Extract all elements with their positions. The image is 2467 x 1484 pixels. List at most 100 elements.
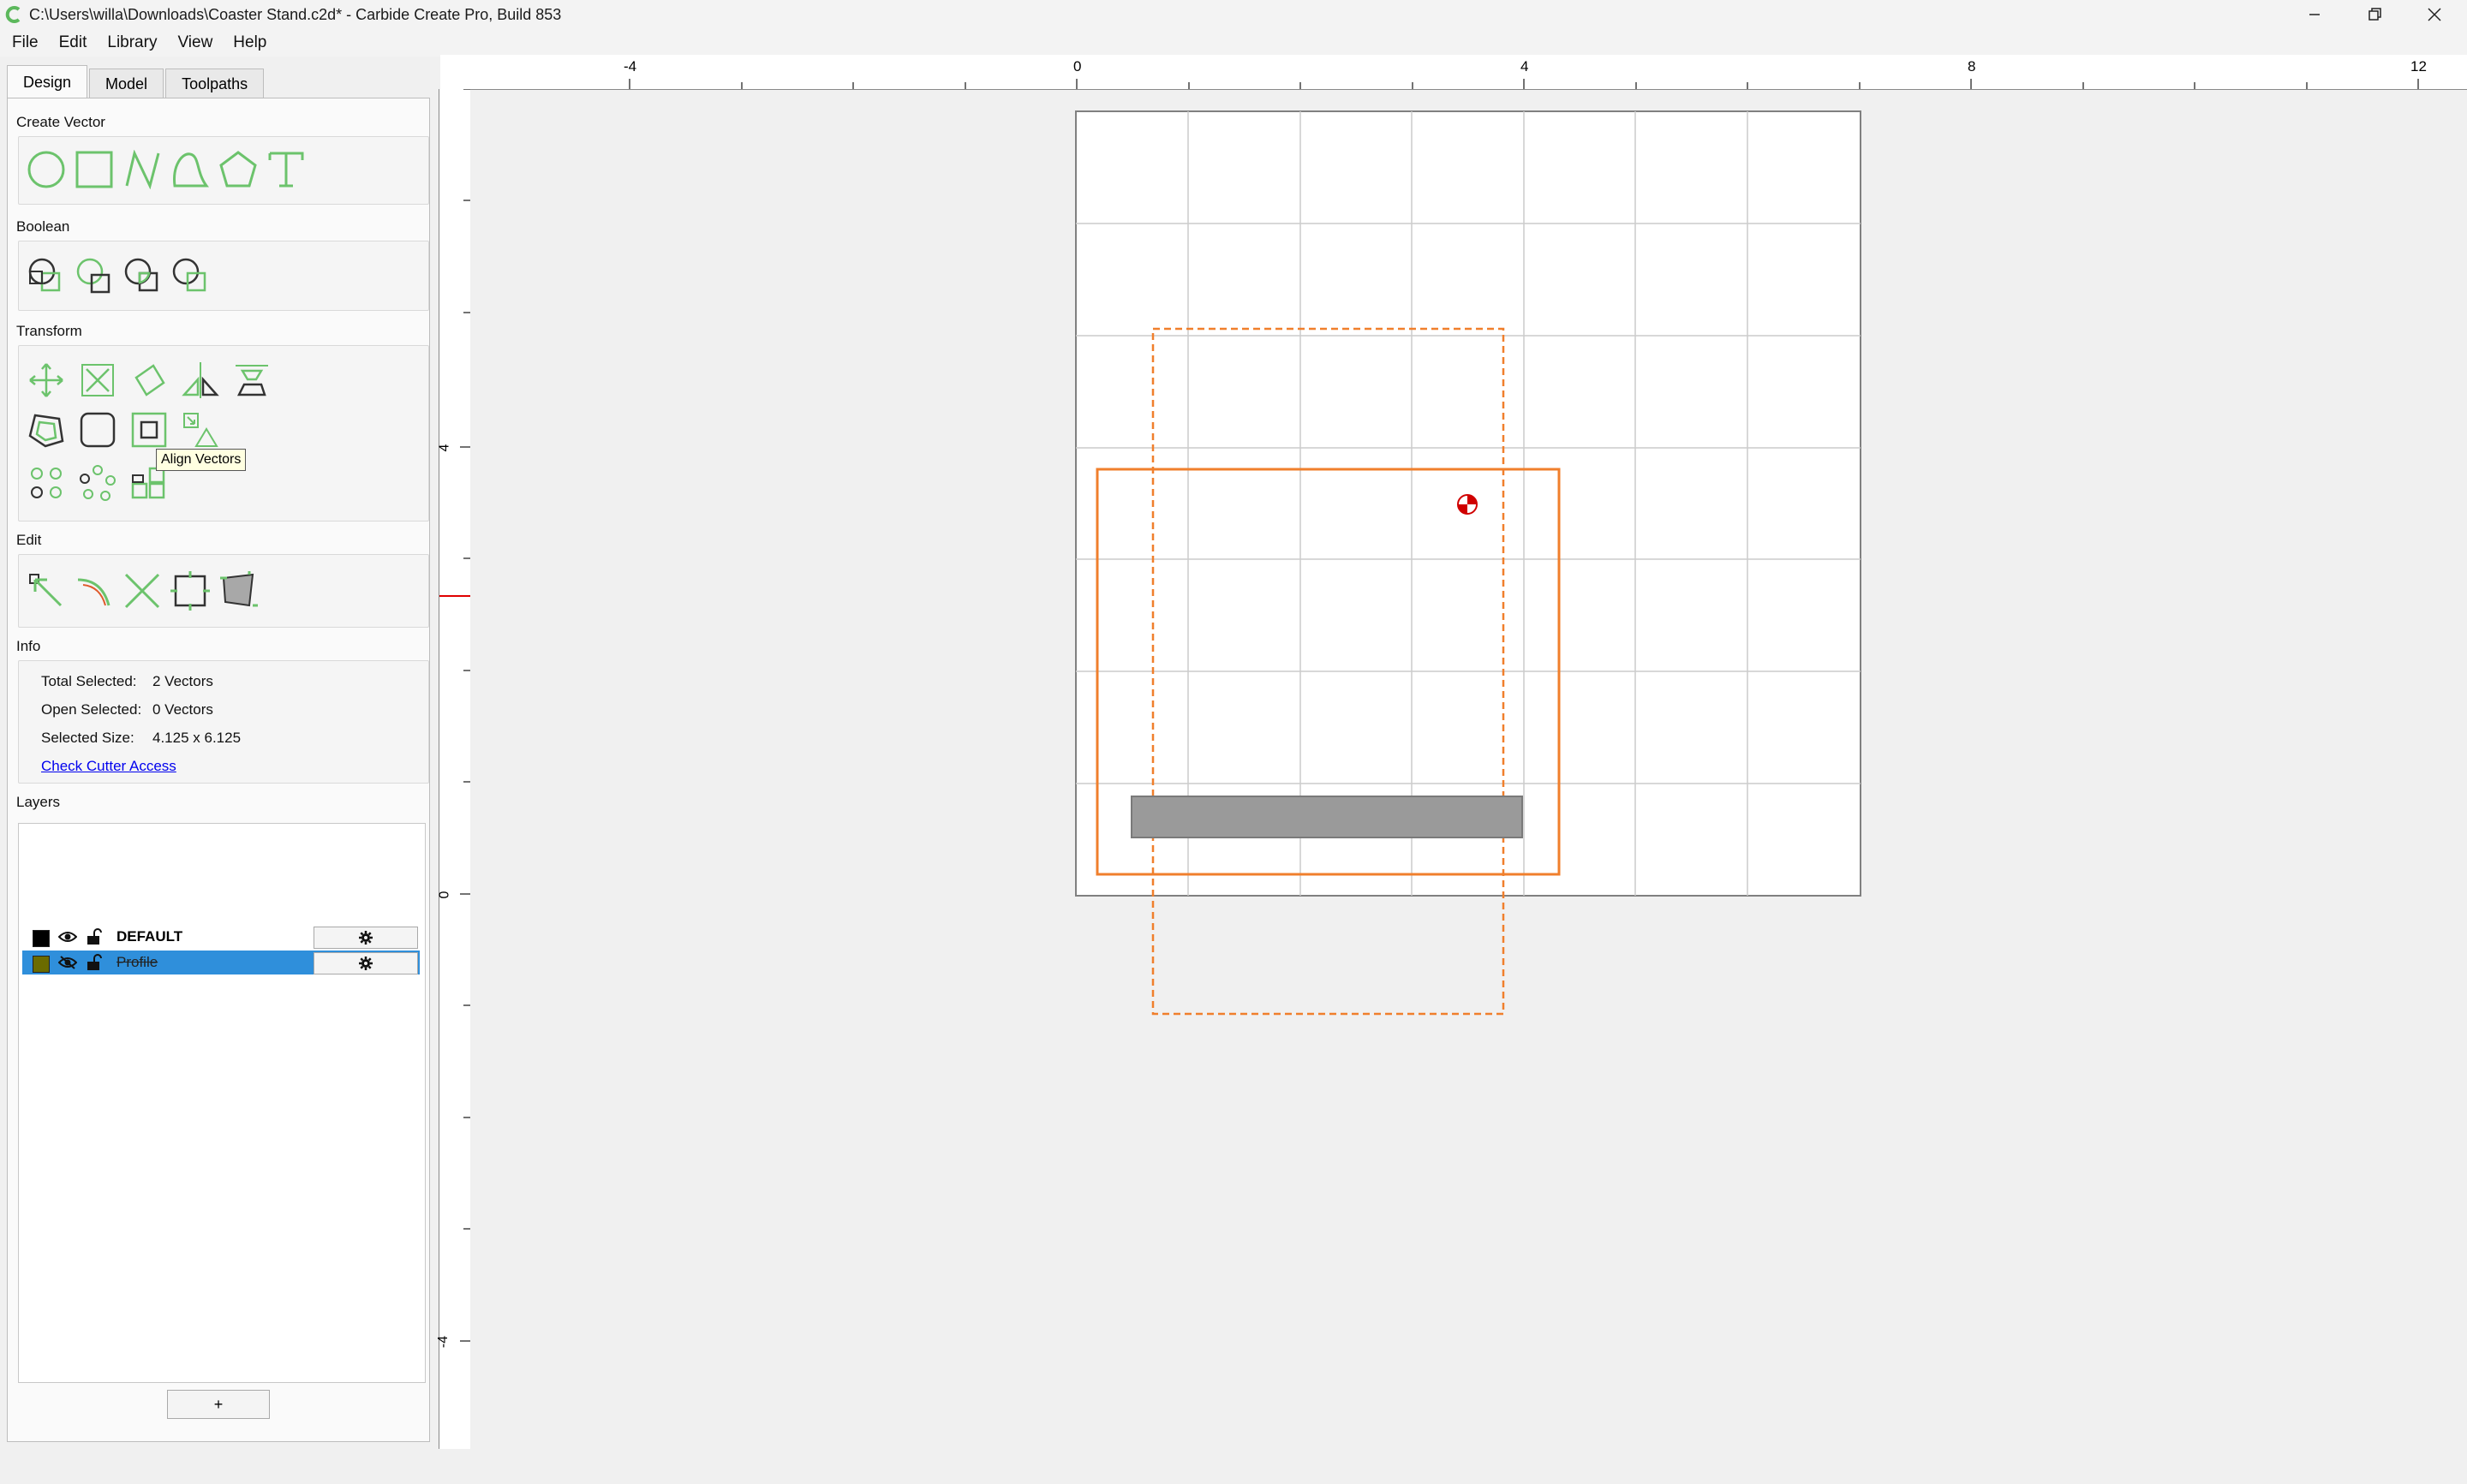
open-selected-row: Open Selected: 0 Vectors [41, 701, 213, 718]
join-icon [170, 571, 210, 611]
info-label: Info [16, 638, 41, 654]
close-button[interactable] [2405, 0, 2464, 29]
panel-tabs: Design Model Toolpaths [7, 65, 266, 98]
menu-view[interactable]: View [165, 33, 221, 52]
selected-size-value: 4.125 x 6.125 [152, 730, 242, 746]
distort-icon [236, 365, 268, 396]
split-button[interactable] [170, 255, 211, 296]
circle-icon [27, 151, 65, 188]
total-selected-row: Total Selected: 2 Vectors [41, 673, 213, 690]
distort-button[interactable] [231, 360, 272, 401]
join-button[interactable] [170, 570, 211, 611]
close-vector-button[interactable] [218, 570, 259, 611]
design-panel: Create Vector Boolean Transform Edit Inf… [7, 98, 430, 1442]
design-canvas[interactable] [470, 90, 2467, 1480]
layers-label: Layers [16, 794, 61, 810]
restore-button[interactable] [2345, 0, 2404, 29]
smooth-icon [77, 578, 111, 606]
subtract-button[interactable] [74, 255, 115, 296]
info-group: Total Selected: 2 Vectors Open Selected:… [18, 660, 429, 784]
fillet-icon [80, 412, 116, 448]
menu-library[interactable]: Library [95, 33, 165, 52]
layers-list: DEFAULT Profile [18, 823, 426, 1383]
unlock-icon[interactable] [86, 928, 103, 945]
layer-row-profile[interactable]: Profile [22, 951, 420, 974]
tab-toolpaths[interactable]: Toolpaths [165, 69, 265, 98]
layer-settings-button[interactable] [314, 927, 418, 949]
menu-file[interactable]: File [0, 33, 47, 52]
check-cutter-access-link[interactable]: Check Cutter Access [41, 758, 176, 774]
window-title: C:\Users\willa\Downloads\Coaster Stand.c… [29, 6, 562, 23]
pattern-array-icon [80, 465, 116, 501]
polyline-tool-button[interactable] [122, 149, 163, 190]
fillet-button[interactable] [77, 409, 118, 450]
layer-color-swatch[interactable] [33, 956, 50, 973]
ruler-label-x: -4 [624, 58, 637, 74]
cut-path-button[interactable] [122, 570, 163, 611]
union-icon [28, 258, 61, 292]
ruler-label-y: -4 [436, 1335, 451, 1349]
nest-button[interactable] [180, 409, 221, 450]
move-icon [29, 363, 63, 397]
add-layer-button[interactable]: + [167, 1390, 270, 1419]
center-marker-icon[interactable] [1457, 494, 1478, 515]
rotate-icon [134, 364, 165, 396]
layer-row-default[interactable]: DEFAULT [22, 925, 420, 949]
scale-button[interactable] [77, 360, 118, 401]
rectangle-tool-button[interactable] [74, 149, 115, 190]
rotate-button[interactable] [128, 360, 170, 401]
create-vector-group [18, 136, 429, 205]
edit-group [18, 554, 429, 628]
move-button[interactable] [26, 360, 67, 401]
node-edit-button[interactable] [26, 570, 67, 611]
total-selected-value: 2 Vectors [152, 673, 213, 689]
offset-button[interactable] [26, 409, 67, 450]
restore-icon [2368, 8, 2381, 21]
align-vectors-tooltip: Align Vectors [156, 449, 247, 471]
mirror-icon [182, 362, 219, 398]
ruler-label-y: 4 [437, 444, 452, 452]
align-vectors-icon [131, 412, 167, 448]
curve-tool-button[interactable] [170, 149, 211, 190]
circle-tool-button[interactable] [26, 149, 67, 190]
intersect-icon [124, 258, 158, 292]
intersect-button[interactable] [122, 255, 163, 296]
polyline-icon [125, 150, 160, 189]
layer-name: Profile [116, 954, 158, 970]
layer-settings-button[interactable] [314, 952, 418, 974]
ruler-label-x: 12 [2410, 58, 2427, 74]
tab-design[interactable]: Design [7, 65, 88, 98]
mirror-button[interactable] [180, 360, 221, 401]
close-icon [2428, 8, 2441, 21]
eye-hidden-icon[interactable] [58, 956, 77, 969]
menu-edit[interactable]: Edit [47, 33, 96, 52]
eye-icon[interactable] [58, 930, 77, 944]
edit-label: Edit [16, 532, 42, 548]
union-button[interactable] [26, 255, 67, 296]
close-vector-icon [220, 571, 258, 607]
unlock-icon[interactable] [86, 954, 103, 971]
pattern-array-button[interactable] [77, 462, 118, 504]
gray-bar-vector[interactable] [1131, 796, 1523, 838]
menu-bar: File Edit Library View Help [0, 29, 2467, 57]
minimize-button[interactable] [2285, 0, 2344, 29]
circular-array-button[interactable] [26, 462, 67, 504]
offset-icon [28, 414, 64, 448]
canvas-drawing[interactable] [470, 90, 2467, 1480]
menu-help[interactable]: Help [221, 33, 275, 52]
layer-color-swatch[interactable] [33, 930, 50, 947]
tab-model[interactable]: Model [89, 69, 164, 98]
nest-icon [183, 413, 218, 447]
boolean-group [18, 241, 429, 311]
create-vector-label: Create Vector [16, 114, 105, 130]
polygon-tool-button[interactable] [218, 149, 259, 190]
gear-icon [359, 957, 373, 970]
rectangle-icon [75, 151, 113, 188]
text-tool-button[interactable] [266, 149, 307, 190]
boolean-label: Boolean [16, 218, 70, 235]
ruler-label-y: 0 [437, 891, 452, 899]
align-vectors-button[interactable] [128, 409, 170, 450]
minimize-icon [2309, 14, 2320, 15]
smooth-button[interactable] [74, 570, 115, 611]
ruler-label-x: 8 [1968, 58, 1976, 74]
